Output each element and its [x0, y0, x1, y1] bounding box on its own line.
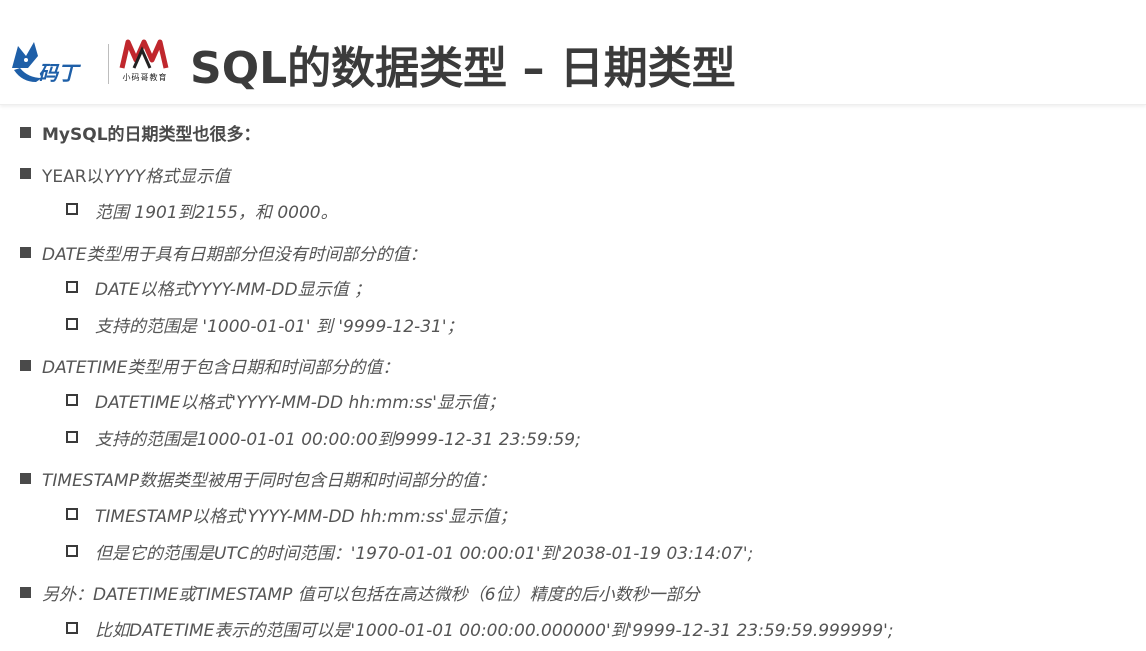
bullet-hollow-square-icon: [66, 394, 78, 406]
list-item: DATE以格式YYYY-MM-DD显示值 ；: [95, 280, 371, 300]
bullet-square-icon: [20, 247, 31, 258]
list-item: YEAR以YYYY格式显示值: [42, 162, 230, 187]
bullet-square-icon: [20, 473, 31, 484]
list-item: 比如DATETIME表示的范围可以是'1000-01-01 00:00:00.0…: [95, 621, 894, 641]
list-item: 范围 1901到2155，和 0000。: [95, 203, 338, 223]
list-item: 另外：DATETIME或TIMESTAMP 值可以包括在高达微秒（6位）精度的后…: [42, 585, 700, 605]
bullet-square-icon: [20, 168, 31, 179]
bullet-square-icon: [20, 360, 31, 371]
bullet-square-icon: [20, 587, 31, 598]
list-item: DATETIME以格式'YYYY-MM-DD hh:mm:ss'显示值；: [95, 393, 505, 413]
bullet-list: MySQL的日期类型也很多： YEAR以YYYY格式显示值 范围 1901到21…: [0, 0, 1146, 651]
list-item-text: YYYY格式显示值: [103, 167, 231, 187]
bullet-hollow-square-icon: [66, 281, 78, 293]
bullet-hollow-square-icon: [66, 622, 78, 634]
list-item: TIMESTAMP数据类型被用于同时包含日期和时间部分的值：: [42, 471, 496, 491]
list-item: 支持的范围是 '1000-01-01' 到 '9999-12-31'；: [95, 317, 464, 337]
list-item: TIMESTAMP以格式'YYYY-MM-DD hh:mm:ss'显示值；: [95, 507, 517, 527]
list-item: DATE类型用于具有日期部分但没有时间部分的值：: [42, 245, 427, 265]
bullet-hollow-square-icon: [66, 545, 78, 557]
bullet-hollow-square-icon: [66, 318, 78, 330]
bullet-hollow-square-icon: [66, 431, 78, 443]
bullet-square-icon: [20, 127, 31, 138]
bullet-hollow-square-icon: [66, 203, 78, 215]
list-item: DATETIME类型用于包含日期和时间部分的值：: [42, 358, 400, 378]
list-item: 但是它的范围是UTC的时间范围：'1970-01-01 00:00:01'到'2…: [95, 544, 754, 564]
list-item: 支持的范围是1000-01-01 00:00:00到9999-12-31 23:…: [95, 430, 581, 450]
list-item: MySQL的日期类型也很多：: [42, 125, 261, 145]
list-item-prefix: YEAR以: [42, 167, 104, 187]
bullet-hollow-square-icon: [66, 508, 78, 520]
